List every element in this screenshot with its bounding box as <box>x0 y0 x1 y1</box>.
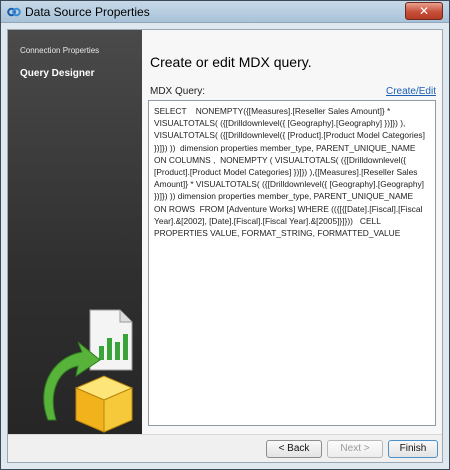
finish-button[interactable]: Finish <box>388 440 438 458</box>
back-button[interactable]: < Back <box>266 440 322 458</box>
next-button[interactable]: Next > <box>327 440 383 458</box>
wizard-sidebar: Connection Properties Query Designer <box>8 30 142 434</box>
wizard-footer: < Back Next > Finish <box>8 434 442 462</box>
wizard-main-panel: Create or edit MDX query. MDX Query: Cre… <box>142 30 442 434</box>
title-bar[interactable]: Data Source Properties ✕ <box>1 1 449 23</box>
dialog-client: Connection Properties Query Designer Cre… <box>7 29 443 463</box>
sidebar-item-query-designer[interactable]: Query Designer <box>20 68 94 79</box>
sidebar-item-connection-properties[interactable]: Connection Properties <box>20 46 99 55</box>
data-source-icon <box>7 7 21 17</box>
dialog-window: Data Source Properties ✕ Connection Prop… <box>0 0 450 470</box>
page-heading: Create or edit MDX query. <box>150 54 312 70</box>
document-chart-cube-icon <box>43 309 134 433</box>
close-button[interactable]: ✕ <box>405 2 443 20</box>
window-title: Data Source Properties <box>25 5 150 19</box>
mdx-query-textbox[interactable]: SELECT NONEMPTY({[Measures].[Reseller Sa… <box>148 100 436 426</box>
mdx-query-label: MDX Query: <box>150 86 206 97</box>
create-edit-link[interactable]: Create/Edit <box>386 86 436 97</box>
